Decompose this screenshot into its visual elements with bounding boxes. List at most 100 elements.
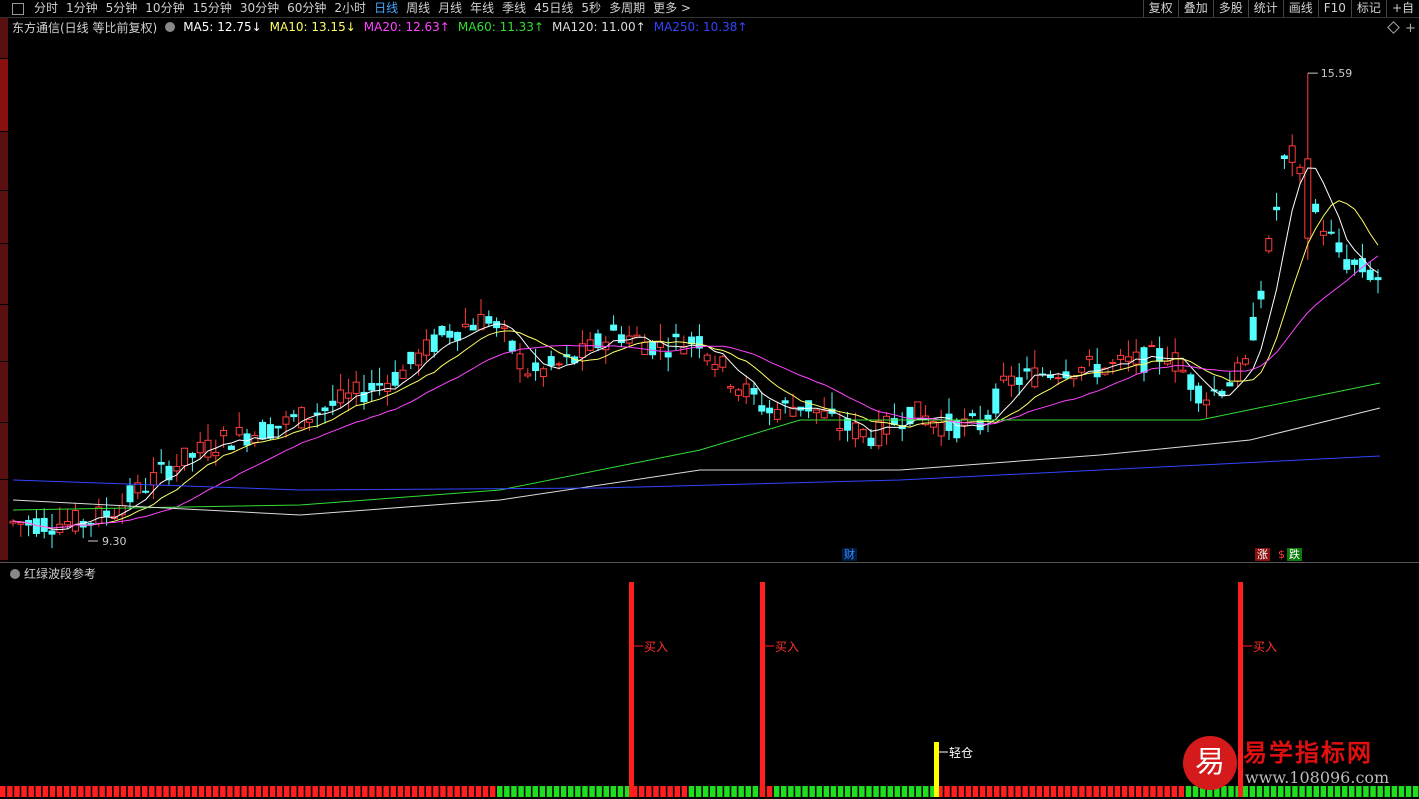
candle-body [321,407,329,412]
band-cell [227,786,233,797]
band-cell [85,786,91,797]
candle-body [766,407,774,414]
band-cell [1128,786,1135,797]
band-cell [284,786,290,797]
candle-body [1312,203,1320,213]
candle-body [1304,158,1312,239]
candle-body [40,517,48,532]
indicator-title: 红绿波段参考 [24,567,97,581]
band-cell [355,786,361,797]
candle-body [407,351,415,365]
band-cell [205,786,212,797]
band-cell [56,786,63,797]
band-cell [1065,786,1071,797]
candle-body [259,421,267,440]
band-cell [844,786,851,797]
band-cell [639,786,645,797]
band-cell [99,786,105,797]
candle-body [906,406,914,425]
band-cell [426,786,432,797]
band-cell [433,786,439,797]
candle-body [352,381,360,394]
logo-url: www.108096.com [1245,768,1390,787]
candle-body [1374,277,1382,281]
band-cell [106,786,112,797]
band-cell [731,786,737,797]
candle-body [95,506,103,524]
band-cell [873,786,879,797]
band-cell [866,786,872,797]
band-cell [830,786,837,797]
candle-body [937,422,945,437]
band-cell [255,786,262,797]
candle-body [103,510,111,517]
band-cell [915,786,922,797]
band-cell [411,786,418,797]
fall-marker[interactable]: 跌 [1287,548,1302,561]
band-cell [1022,786,1028,797]
candle-body [126,485,134,503]
finance-marker[interactable]: 财 [842,548,857,561]
band-cell [170,786,176,797]
buy-signal-label: 买入 [1253,640,1278,654]
candle-body [727,386,735,389]
band-cell [994,786,1000,797]
band-cell [92,786,98,797]
candle-body [953,419,961,439]
band-cell [113,786,120,797]
candle-body [204,439,212,458]
band-cell [1143,786,1149,797]
candle-body [617,334,625,344]
candle-body [337,389,345,404]
band-cell [489,786,496,797]
band-cell [738,786,744,797]
band-cell [440,786,446,797]
band-cell [397,786,404,797]
band-cell [234,786,240,797]
candle-body [64,521,72,526]
band-cell [269,786,276,797]
band-cell [333,786,340,797]
dollar-marker[interactable]: $ [1276,548,1287,561]
band-cell [610,786,617,797]
candle-body [1351,259,1359,265]
band-cell [1050,786,1057,797]
candle-body [477,313,485,331]
candle-body [1000,375,1008,381]
band-cell [305,786,311,797]
band-cell [497,786,503,797]
band-cell [1093,786,1099,797]
band-cell [291,786,297,797]
band-cell [546,786,553,797]
band-cell [1086,786,1092,797]
candle-body [188,453,196,458]
band-cell [781,786,787,797]
candle-body [1179,369,1187,373]
candle-body [344,392,352,399]
light-position-label: 轻仓 [949,746,974,760]
candle-body [734,389,742,396]
candle-body [703,354,711,362]
candle-body [859,429,867,438]
band-cell [262,786,269,797]
candle-body [1257,290,1265,300]
band-cell [511,786,517,797]
candle-body [71,510,79,532]
band-cell [646,786,652,797]
watermark-logo: 易 易学指标网 www.108096.com [1183,728,1419,799]
candle-body [266,424,274,439]
band-cell [468,786,475,797]
candle-body [298,407,306,429]
band-cell [518,786,524,797]
band-cell [1043,786,1050,797]
band-cell [213,786,219,797]
candle-body [711,363,719,370]
candle-body [547,356,555,366]
rise-marker[interactable]: 涨 [1255,548,1270,561]
candle-body [290,414,298,418]
candle-body [196,441,204,454]
band-cell [1072,786,1078,797]
candle-body [1109,361,1117,364]
candle-body [750,388,758,395]
indicator-settings-icon[interactable] [10,568,20,579]
